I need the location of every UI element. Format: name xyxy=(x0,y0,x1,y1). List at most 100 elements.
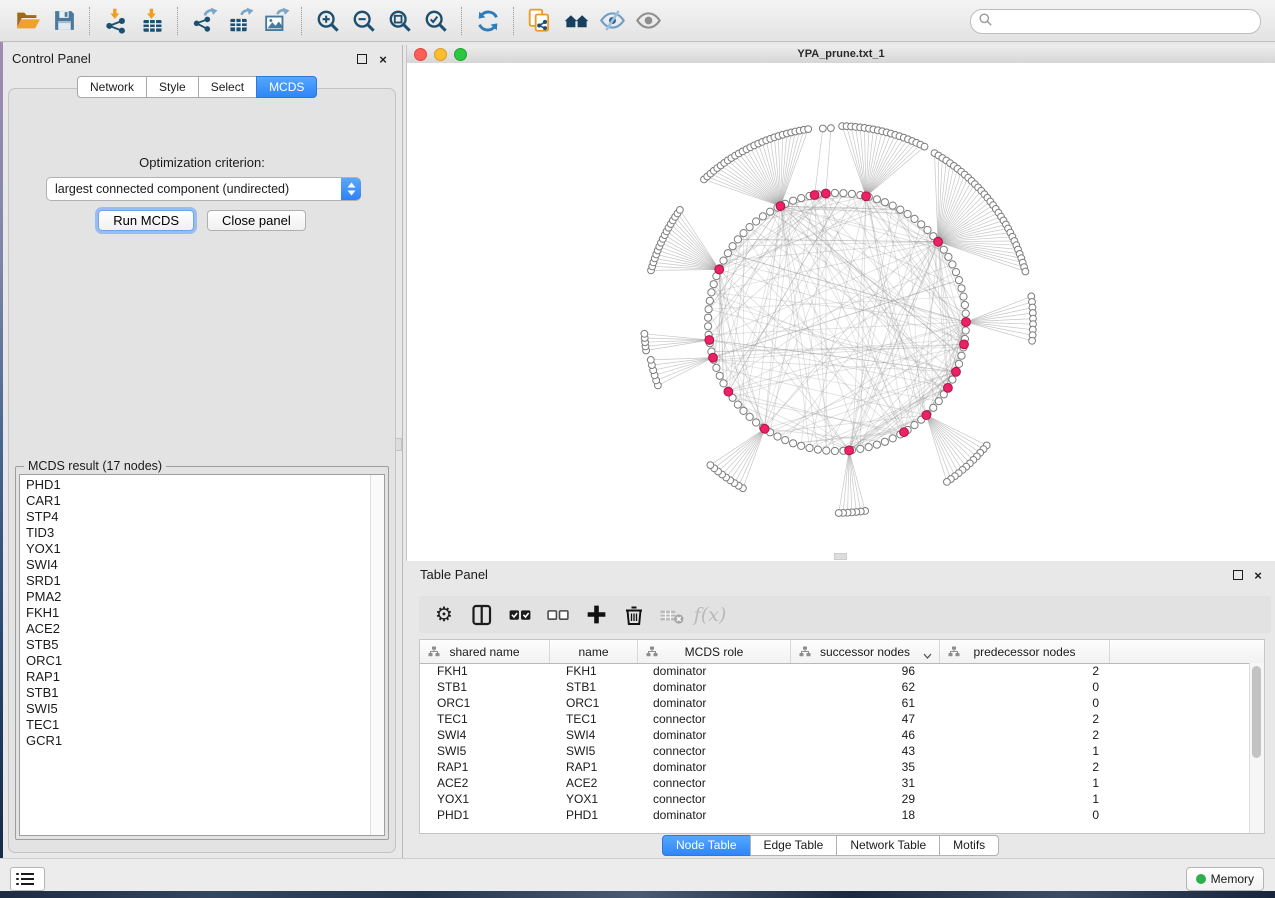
table-options-button[interactable]: ⚙ xyxy=(427,599,461,631)
save-session-button[interactable] xyxy=(46,4,82,38)
network-node[interactable] xyxy=(873,196,880,203)
export-image-button[interactable] xyxy=(258,4,294,38)
column-header-successor-nodes[interactable]: successor nodes xyxy=(791,640,940,663)
network-node[interactable] xyxy=(934,237,943,246)
network-node[interactable] xyxy=(713,364,720,371)
network-node[interactable] xyxy=(952,367,961,376)
import-table-from-file-button[interactable] xyxy=(134,4,170,38)
network-node[interactable] xyxy=(840,190,847,197)
network-node[interactable] xyxy=(740,407,747,414)
network-node[interactable] xyxy=(889,202,896,209)
network-node[interactable] xyxy=(814,446,821,453)
close-panel-button[interactable]: × xyxy=(376,52,390,66)
table-row[interactable]: STB1STB1dominator620 xyxy=(420,679,1250,695)
network-node[interactable] xyxy=(805,126,812,133)
network-graph[interactable] xyxy=(407,63,1275,561)
mcds-result-item[interactable]: SWI5 xyxy=(20,701,384,717)
network-node[interactable] xyxy=(707,462,714,469)
network-node[interactable] xyxy=(710,281,717,288)
table-row[interactable]: PHD1PHD1dominator180 xyxy=(420,807,1250,823)
select-all-button[interactable] xyxy=(503,599,537,631)
table-row[interactable]: YOX1YOX1connector291 xyxy=(420,791,1250,807)
column-header-predecessor-nodes[interactable]: predecessor nodes xyxy=(940,640,1110,663)
network-node[interactable] xyxy=(753,419,760,426)
network-node[interactable] xyxy=(865,444,872,451)
show-columns-button[interactable] xyxy=(465,599,499,631)
column-header-MCDS-role[interactable]: MCDS role xyxy=(638,640,791,663)
network-node[interactable] xyxy=(848,190,855,197)
network-node[interactable] xyxy=(904,210,911,217)
mcds-result-list[interactable]: PHD1CAR1STP4TID3YOX1SWI4SRD1PMA2FKH1ACE2… xyxy=(19,474,385,836)
table-row[interactable]: RAP1RAP1dominator352 xyxy=(420,759,1250,775)
network-node[interactable] xyxy=(806,444,813,451)
network-node[interactable] xyxy=(862,192,871,201)
panel-splitter[interactable] xyxy=(402,45,403,858)
network-node[interactable] xyxy=(708,289,715,296)
network-node[interactable] xyxy=(705,323,712,330)
network-node[interactable] xyxy=(960,293,967,300)
network-node[interactable] xyxy=(782,437,789,444)
network-node[interactable] xyxy=(930,404,937,411)
mcds-result-item[interactable]: STP4 xyxy=(20,509,384,525)
network-node[interactable] xyxy=(776,202,785,211)
network-node[interactable] xyxy=(705,336,714,345)
network-node[interactable] xyxy=(835,510,842,517)
new-network-from-selection-button[interactable] xyxy=(522,4,558,38)
tab-style[interactable]: Style xyxy=(146,76,199,98)
mcds-result-item[interactable]: STB1 xyxy=(20,685,384,701)
network-node[interactable] xyxy=(944,479,951,486)
network-node[interactable] xyxy=(774,433,781,440)
network-node[interactable] xyxy=(798,195,805,202)
network-node[interactable] xyxy=(828,125,835,132)
network-node[interactable] xyxy=(734,236,741,243)
network-node[interactable] xyxy=(881,438,888,445)
network-node[interactable] xyxy=(760,424,769,433)
network-node[interactable] xyxy=(716,372,723,379)
network-node[interactable] xyxy=(955,277,962,284)
network-node[interactable] xyxy=(740,230,747,237)
network-node[interactable] xyxy=(960,340,969,349)
close-mcds-panel-button[interactable]: Close panel xyxy=(207,210,306,231)
network-node[interactable] xyxy=(945,253,952,260)
network-node[interactable] xyxy=(715,265,724,274)
network-node[interactable] xyxy=(900,428,909,437)
network-node[interactable] xyxy=(709,353,718,362)
tab-mcds[interactable]: MCDS xyxy=(256,76,317,98)
apply-function-button[interactable]: f(x) xyxy=(693,599,727,631)
table-scrollbar[interactable] xyxy=(1249,663,1264,833)
mcds-result-item[interactable]: FKH1 xyxy=(20,605,384,621)
network-node[interactable] xyxy=(734,401,741,408)
tab-network-table[interactable]: Network Table xyxy=(836,835,940,856)
network-node[interactable] xyxy=(889,435,896,442)
network-node[interactable] xyxy=(724,250,731,257)
network-node[interactable] xyxy=(873,441,880,448)
mcds-result-item[interactable]: RAP1 xyxy=(20,669,384,685)
hide-selected-button[interactable] xyxy=(594,4,630,38)
network-node[interactable] xyxy=(1029,337,1036,344)
show-panels-button[interactable] xyxy=(10,867,45,891)
network-node[interactable] xyxy=(935,398,942,405)
export-network-button[interactable] xyxy=(186,4,222,38)
mcds-result-item[interactable]: YOX1 xyxy=(20,541,384,557)
network-node[interactable] xyxy=(821,189,830,198)
mcds-result-item[interactable]: GCR1 xyxy=(20,733,384,749)
network-node[interactable] xyxy=(955,360,962,367)
optimization-criterion-select[interactable]: largest connected component (undirected) xyxy=(46,177,361,201)
network-node[interactable] xyxy=(949,261,956,268)
network-node[interactable] xyxy=(961,301,968,308)
network-node[interactable] xyxy=(897,206,904,213)
network-node[interactable] xyxy=(949,376,956,383)
network-node[interactable] xyxy=(962,318,971,327)
mcds-result-item[interactable]: SRD1 xyxy=(20,573,384,589)
tab-edge-table[interactable]: Edge Table xyxy=(750,835,838,856)
tab-node-table[interactable]: Node Table xyxy=(662,835,751,856)
mcds-result-item[interactable]: PHD1 xyxy=(20,477,384,493)
table-scrollbar-thumb[interactable] xyxy=(1252,666,1261,758)
network-node[interactable] xyxy=(759,213,766,220)
network-node[interactable] xyxy=(958,352,965,359)
network-node[interactable] xyxy=(962,327,969,334)
tab-motifs[interactable]: Motifs xyxy=(939,835,999,856)
network-node[interactable] xyxy=(831,189,838,196)
column-header-name[interactable]: name xyxy=(550,640,638,663)
delete-columns-button[interactable] xyxy=(617,599,651,631)
